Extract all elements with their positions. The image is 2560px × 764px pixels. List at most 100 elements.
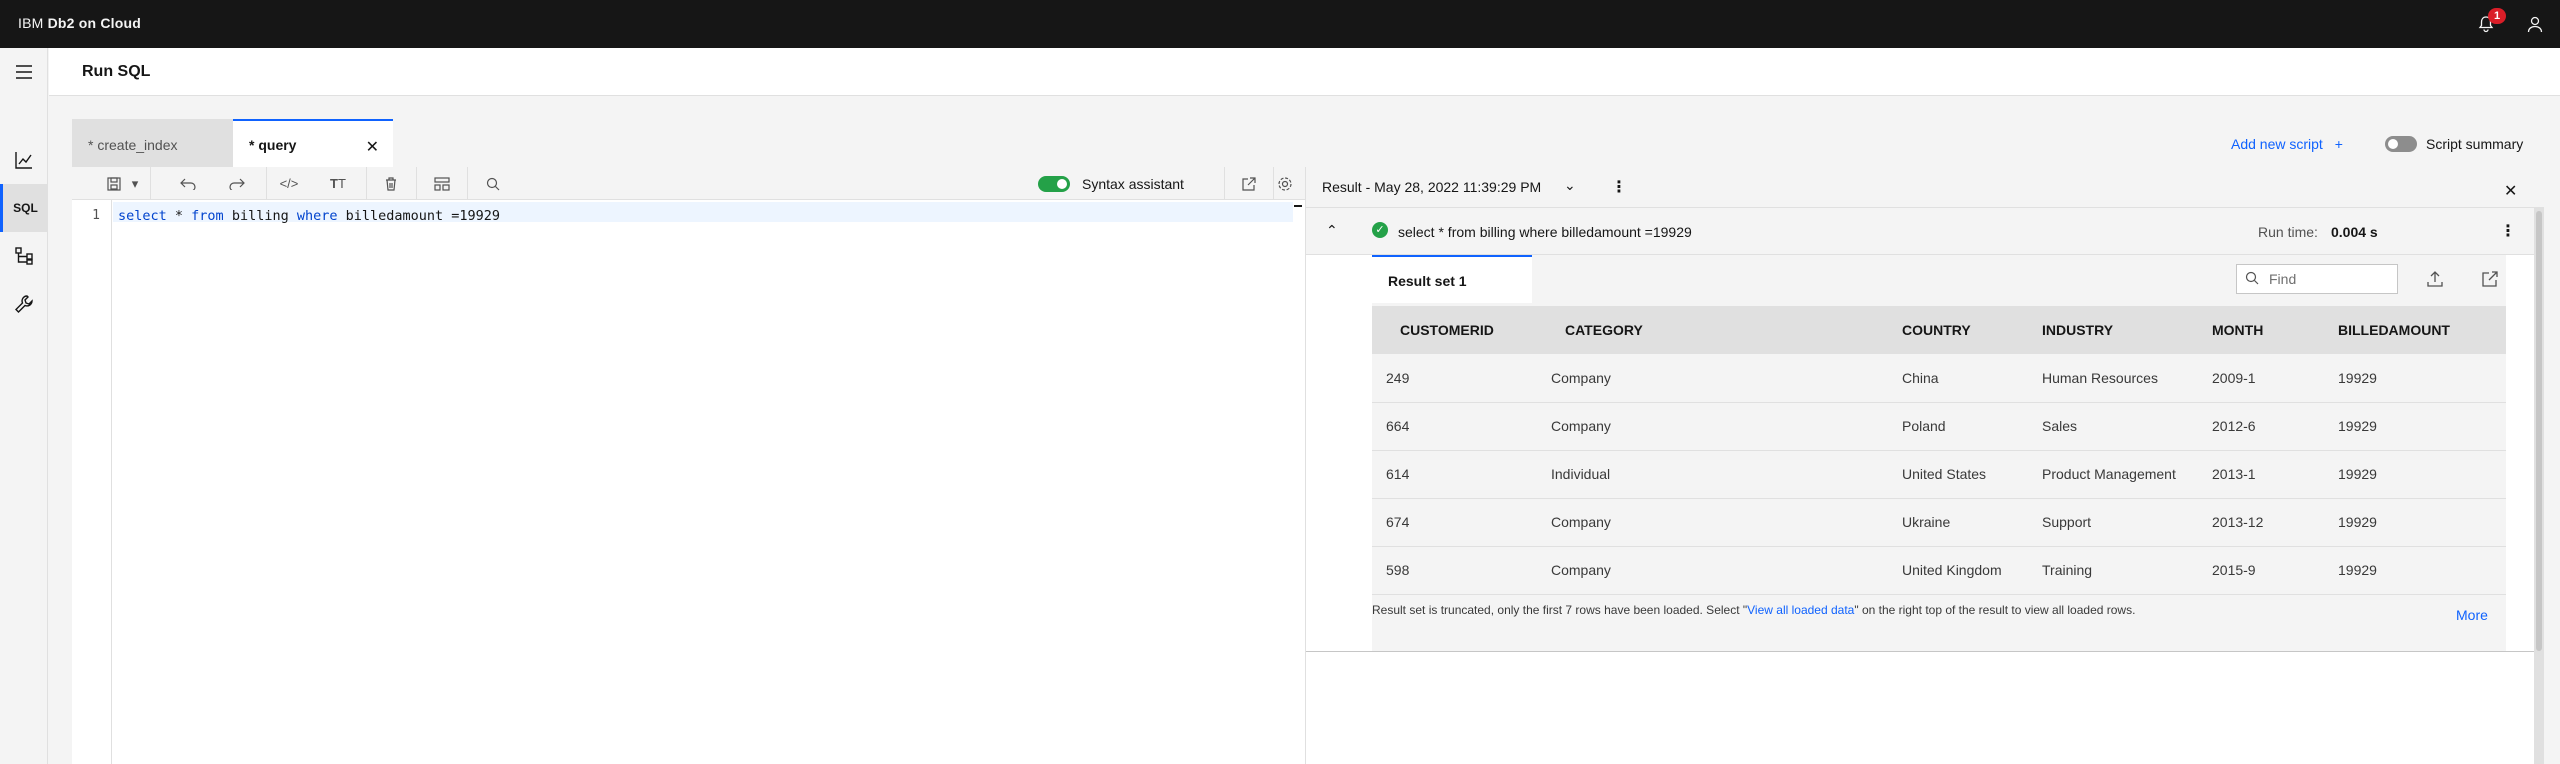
- trash-icon[interactable]: [371, 167, 411, 200]
- column-header[interactable]: CUSTOMERID: [1372, 306, 1537, 354]
- statement-overflow-icon[interactable]: ⋮: [2500, 221, 2516, 241]
- view-all-loaded-data-link[interactable]: View all loaded data: [1747, 603, 1854, 617]
- tab-result-set-1[interactable]: Result set 1: [1372, 255, 1532, 303]
- tab-query[interactable]: * query ✕: [233, 119, 393, 167]
- table-row[interactable]: 249 Company China Human Resources 2009-1 1992…: [1372, 354, 2506, 403]
- table-cell: 19929: [2324, 402, 2506, 451]
- runtime-value: 0.004 s: [2331, 224, 2378, 240]
- more-link[interactable]: More: [2456, 607, 2488, 623]
- runtime-label: Run time:: [2258, 224, 2318, 240]
- table-cell: 664: [1372, 402, 1537, 451]
- table-cell: 19929: [2324, 450, 2506, 499]
- sql-token: *: [166, 208, 192, 224]
- sql-token: billing: [223, 208, 297, 224]
- top-header: IBM Db2 on Cloud 1: [0, 0, 2560, 48]
- search-icon[interactable]: [473, 167, 513, 200]
- upload-icon[interactable]: [2423, 267, 2447, 291]
- undo-icon[interactable]: [168, 167, 208, 200]
- line-number-gutter: 1: [72, 200, 112, 764]
- editor-toolbar: ▾ </> TT Syntax assistant: [72, 167, 1305, 200]
- tab-create-index[interactable]: * create_index: [72, 119, 233, 167]
- column-header[interactable]: INDUSTRY: [2028, 306, 2198, 354]
- toolbar-divider: [366, 167, 367, 200]
- sql-icon: SQL: [13, 201, 38, 215]
- launch-icon[interactable]: [2478, 267, 2502, 291]
- chevron-up-icon[interactable]: ⌃: [1326, 222, 1338, 239]
- truncation-text: " on the right top of the result to view…: [1854, 603, 2136, 617]
- table-cell: 249: [1372, 354, 1537, 403]
- sidebar-item-sql[interactable]: SQL: [0, 184, 48, 232]
- result-panel: Result - May 28, 2022 11:39:29 PM ⌄ ⋮ ✕ …: [1305, 167, 2544, 764]
- page-title: Run SQL: [82, 63, 151, 80]
- toolbar-divider: [416, 167, 417, 200]
- sql-keyword: where: [296, 208, 338, 224]
- save-dropdown-icon[interactable]: ▾: [124, 167, 146, 200]
- table-header-row: CUSTOMERID CATEGORY COUNTRY INDUSTRY MON…: [1372, 306, 2506, 354]
- result-table: CUSTOMERID CATEGORY COUNTRY INDUSTRY MON…: [1372, 306, 2506, 595]
- table-cell: Company: [1537, 354, 1888, 403]
- table-cell: Company: [1537, 498, 1888, 547]
- brand-prefix: IBM: [18, 15, 48, 31]
- toolbar-divider: [150, 167, 151, 200]
- sidebar-item-data[interactable]: [0, 232, 48, 280]
- syntax-assistant-toggle[interactable]: [1038, 176, 1070, 192]
- column-header[interactable]: MONTH: [2198, 306, 2324, 354]
- result-title[interactable]: Result - May 28, 2022 11:39:29 PM: [1322, 179, 1541, 195]
- text-size-icon[interactable]: TT: [318, 167, 358, 200]
- chevron-down-icon[interactable]: ⌄: [1564, 177, 1576, 194]
- sql-token: billedamount =19929: [337, 208, 501, 224]
- hamburger-menu-icon[interactable]: [0, 48, 48, 96]
- brand[interactable]: IBM Db2 on Cloud: [18, 15, 141, 31]
- launch-icon[interactable]: [1229, 167, 1269, 200]
- table-cell: 2015-9: [2198, 546, 2324, 595]
- table-cell: Poland: [1888, 402, 2028, 451]
- table-cell: 2009-1: [2198, 354, 2324, 403]
- script-summary-toggle[interactable]: [2385, 136, 2417, 152]
- tab-label: * create_index: [88, 137, 178, 153]
- editor-scroll-indicator: [1294, 205, 1302, 207]
- table-cell: Support: [2028, 498, 2198, 547]
- close-icon[interactable]: ✕: [366, 137, 379, 157]
- overflow-menu-icon[interactable]: ⋮: [1611, 177, 1627, 197]
- sql-keyword: select: [118, 208, 167, 224]
- table-row[interactable]: 614 Individual United States Product Manage…: [1372, 450, 2506, 499]
- add-new-script-button[interactable]: Add new script +: [2231, 136, 2343, 152]
- sidebar-item-monitor[interactable]: [0, 136, 48, 184]
- title-bar: Run SQL: [49, 48, 2560, 96]
- table-cell: 2012-6: [2198, 402, 2324, 451]
- table-row[interactable]: 674 Company Ukraine Support 2013-12 19929: [1372, 498, 2506, 547]
- add-script-label: Add new script: [2231, 136, 2323, 152]
- settings-icon[interactable]: [1265, 167, 1305, 200]
- scrollbar-thumb[interactable]: [2536, 211, 2542, 651]
- table-cell: 598: [1372, 546, 1537, 595]
- table-cell: Product Management: [2028, 450, 2198, 499]
- add-icon: +: [2334, 136, 2343, 152]
- user-icon[interactable]: [2523, 12, 2547, 36]
- table-cell: Company: [1537, 402, 1888, 451]
- table-row[interactable]: 598 Company United Kingdom Training 2015-9 19…: [1372, 546, 2506, 595]
- sql-editor: ▾ </> TT Syntax assistant 1 select * fro…: [72, 167, 1305, 764]
- template-icon[interactable]: [422, 167, 462, 200]
- column-header[interactable]: COUNTRY: [1888, 306, 2028, 354]
- left-rail: SQL: [0, 48, 48, 764]
- table-cell: Company: [1537, 546, 1888, 595]
- statement-text: select * from billing where billedamount…: [1398, 224, 1692, 240]
- redo-icon[interactable]: [217, 167, 257, 200]
- find-input[interactable]: [2269, 271, 2389, 287]
- sidebar-item-administration[interactable]: [0, 280, 48, 328]
- sql-keyword: from: [191, 208, 224, 224]
- table-cell: 674: [1372, 498, 1537, 547]
- toolbar-divider: [1224, 167, 1225, 200]
- column-header[interactable]: CATEGORY: [1537, 306, 1888, 354]
- code-format-icon[interactable]: </>: [269, 167, 309, 200]
- column-header[interactable]: BILLEDAMOUNT: [2324, 306, 2506, 354]
- close-icon[interactable]: ✕: [2504, 181, 2517, 201]
- line-number: 1: [92, 208, 100, 223]
- table-cell: 2013-12: [2198, 498, 2324, 547]
- sql-code-line[interactable]: select * from billing where billedamount…: [118, 208, 500, 224]
- find-field: [2236, 264, 2398, 294]
- table-cell: Human Resources: [2028, 354, 2198, 403]
- table-row[interactable]: 664 Company Poland Sales 2012-6 19929: [1372, 402, 2506, 451]
- table-cell: Ukraine: [1888, 498, 2028, 547]
- table-cell: China: [1888, 354, 2028, 403]
